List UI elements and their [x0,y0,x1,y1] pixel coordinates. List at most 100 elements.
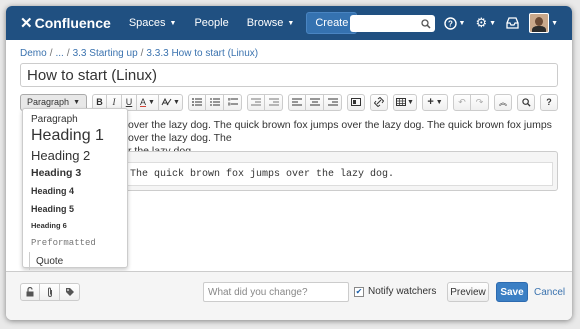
insert-table-button[interactable]: ▼ [393,93,417,111]
task-list-button[interactable] [224,93,242,111]
numbered-list-icon [209,98,220,106]
insert-group: + ▼ [422,93,448,111]
bullet-list-button[interactable] [188,93,206,111]
spaces-label: Spaces [128,17,166,29]
chevron-down-icon: ▼ [489,19,497,27]
spaces-menu[interactable]: Spaces ▼ [129,17,177,29]
plus-icon: + [427,96,434,108]
numbered-list-button[interactable] [206,93,224,111]
notify-watchers-label: Notify watchers [368,286,437,297]
search-icon [421,18,431,29]
breadcrumb-item[interactable]: 3.3.3 How to start (Linux) [146,48,258,59]
align-right-button[interactable] [324,93,342,111]
footer-icon-group [20,283,80,301]
menu-item-quote[interactable]: Quote [29,252,127,270]
top-navigation: ✕ Confluence Spaces ▼ People Browse ▼ Crea… [6,6,572,40]
search-input[interactable] [350,15,435,32]
menu-item-heading-6[interactable]: Heading 6 [23,217,127,234]
notify-watchers-option[interactable]: ✔ Notify watchers [354,286,436,297]
menu-item-heading-4[interactable]: Heading 4 [23,182,127,200]
menu-item-heading-5[interactable]: Heading 5 [23,200,127,217]
chevron-down-icon: ▼ [551,19,558,27]
help-icon: ? [546,97,552,107]
align-center-button[interactable] [306,93,324,111]
breadcrumb-separator: / [140,48,144,59]
checkmark-icon: ✔ [355,287,363,296]
settings-menu[interactable]: ⚙ ▼ [475,15,496,31]
align-center-icon [309,98,320,106]
user-menu[interactable]: ▼ [529,13,558,33]
insert-link-button[interactable] [370,93,388,111]
paragraph-label: Paragraph [27,97,70,107]
attachments-button[interactable] [40,283,60,301]
chevron-down-icon: ▼ [169,19,177,27]
help-icon: ? [443,16,457,30]
people-link[interactable]: People [194,17,228,29]
chevron-down-icon: ▼ [148,98,155,106]
menu-item-heading-3[interactable]: Heading 3 [23,164,127,182]
code-text: The quick brown fox jumps over the lazy … [115,162,553,186]
link-group [370,93,388,111]
collapse-toolbar-button[interactable]: ︽ [494,93,512,111]
cancel-link[interactable]: Cancel [534,287,565,298]
editor-help-button[interactable]: ? [540,93,558,111]
save-button[interactable]: Save [496,282,528,302]
text-color-button[interactable]: A ▼ [137,93,159,111]
avatar [529,13,550,33]
chevron-down-icon: ▼ [458,19,466,27]
page-layout-button[interactable] [347,93,365,111]
align-left-button[interactable] [288,93,306,111]
breadcrumb-item[interactable]: ... [55,48,63,59]
menu-item-heading-2[interactable]: Heading 2 [23,146,127,164]
layout-group [347,93,365,111]
menu-item-heading-1[interactable]: Heading 1 [23,126,127,146]
redo-button[interactable]: ↷ [471,93,489,111]
chevron-down-icon: ▼ [73,98,80,106]
redo-icon: ↷ [475,96,484,107]
workbox-button[interactable] [506,17,519,29]
browse-menu[interactable]: Browse ▼ [247,17,295,29]
chevron-down-icon: ▼ [407,98,414,106]
confluence-logo[interactable]: ✕ Confluence [20,14,111,32]
page-title-input[interactable]: How to start (Linux) [20,63,558,87]
menu-item-paragraph[interactable]: Paragraph [23,112,127,126]
change-comment-input[interactable]: What did you change? [203,282,349,302]
history-group: ↶ ↷ [453,93,489,111]
restrictions-button[interactable] [20,283,40,301]
bullet-list-icon [192,98,202,106]
code-macro[interactable]: The quick brown fox jumps over the lazy … [110,151,558,191]
insert-more-button[interactable]: + ▼ [422,93,448,111]
outdent-icon [251,98,261,106]
utility-group: ︽ [494,93,512,111]
indent-button[interactable] [265,93,283,111]
labels-button[interactable] [60,283,80,301]
page-layout-icon [351,98,361,106]
indent-icon [268,98,279,106]
breadcrumb: Demo /.../3.3 Starting up/3.3.3 How to st… [20,48,258,59]
unlock-icon [26,287,33,297]
undo-button[interactable]: ↶ [453,93,471,111]
task-list-icon [227,98,238,106]
notify-watchers-checkbox[interactable]: ✔ [354,286,364,297]
preview-button[interactable]: Preview [447,282,489,302]
formatting-icon [161,98,172,106]
inbox-icon [506,17,519,29]
app-window: ✕ Confluence Spaces ▼ People Browse ▼ Crea… [6,6,572,320]
undo-icon: ↶ [458,96,466,107]
search-icon [521,97,531,107]
align-left-icon [292,98,302,106]
more-formatting-button[interactable]: ▼ [159,93,183,111]
outdent-button[interactable] [247,93,265,111]
breadcrumb-item[interactable]: 3.3 Starting up [73,48,138,59]
breadcrumb-item[interactable]: Demo [20,48,47,59]
find-replace-button[interactable] [517,93,535,111]
list-group [188,93,242,111]
confluence-logo-icon: ✕ [20,15,33,32]
help-menu[interactable]: ? ▼ [443,16,466,30]
help-group: ? [540,93,558,111]
chevron-down-icon: ▼ [287,19,295,27]
chevron-down-icon: ▼ [173,98,180,106]
menu-item-preformatted[interactable]: Preformatted [23,234,127,252]
gear-icon: ⚙ [475,15,488,30]
link-icon [374,97,384,107]
